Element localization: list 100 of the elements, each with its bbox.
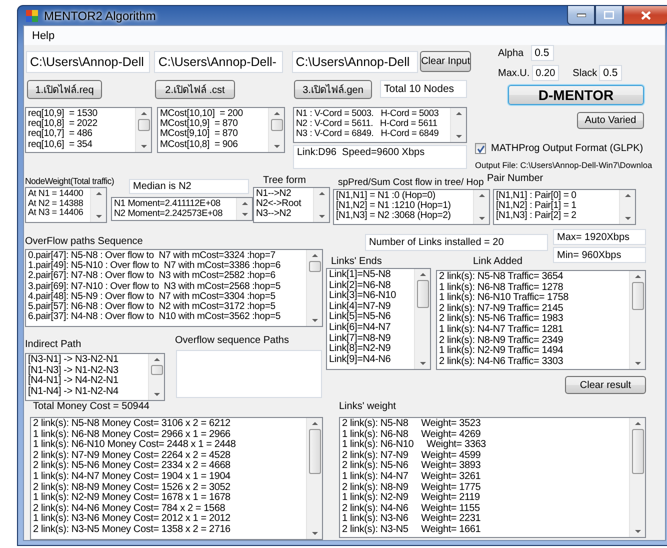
list-item[interactable]: 1 link(s): N2-N9 Money Cost= 1678 x 1 = 1678: [33, 493, 304, 504]
median-field[interactable]: Median is N2: [129, 179, 249, 194]
list-item[interactable]: 1 link(s): N4-N7 Traffic= 1281: [439, 324, 627, 336]
minimize-button[interactable]: [567, 6, 595, 25]
list-item[interactable]: Link[1]=N5-N8: [329, 270, 412, 281]
list-item[interactable]: req[10,7] = 486: [28, 129, 133, 140]
list-item[interactable]: [N1,N3] : Pair[2] = 2: [496, 211, 617, 222]
max-speed-field[interactable]: Max= 1920Xbps: [553, 229, 646, 245]
list-item[interactable]: 1 link(s): N2-N9 Traffic= 1494: [439, 346, 627, 357]
clear-input-button[interactable]: Clear Input: [420, 51, 471, 72]
list-item[interactable]: [N1,N3] = N2 :3068 (Hop=2): [336, 211, 471, 222]
list-item[interactable]: 2 link(s): N5-N8 Weight= 3523: [342, 419, 627, 430]
list-item[interactable]: req[10,8] = 2022: [28, 119, 133, 130]
list-item[interactable]: 2 link(s): N7-N9 Traffic= 2145: [439, 304, 627, 314]
list-item[interactable]: 1 link(s): N4-N7 Weight= 3261: [342, 472, 627, 483]
list-item[interactable]: 2 link(s): N4-N6 Traffic= 3303: [439, 356, 627, 368]
list-item[interactable]: 2 link(s): N5-N6 Money Cost= 2334 x 2 = 4668: [33, 461, 304, 472]
list-item[interactable]: 1 link(s): N2-N9 Weight= 2119: [342, 493, 627, 504]
list-item[interactable]: 2 link(s): N5-N6 Traffic= 1983: [439, 314, 627, 325]
list-item[interactable]: 2 link(s): N8-N9 Money Cost= 1526 x 2 = 3052: [33, 482, 304, 494]
run-button[interactable]: D-MENTOR: [508, 85, 644, 105]
list-item[interactable]: req[10,9] = 1530: [28, 109, 133, 120]
shortest-path-list[interactable]: [N1,N1] = N1 :0 (Hop=0) [N1,N2] = N1 :1210 (Hop=1) [N1,N3] = N2 :3068 (Hop=2): [333, 189, 490, 225]
list-item[interactable]: 0.pair[47]: N5-N8 : Over flow to N7 with mCost=3324 :hop=7: [28, 251, 304, 262]
min-speed-field[interactable]: Min= 960Xbps: [553, 247, 646, 263]
maximize-button[interactable]: [595, 6, 623, 25]
indirect-path-list[interactable]: [N3-N1] -> N3-N2-N1 [N1-N3] -> N1-N2-N3 [N4-N1] -> N4-N2-N1 [N1-N4] -> N1-N2-N4: [25, 353, 165, 401]
scrollbar[interactable]: [90, 188, 106, 222]
scrollbar[interactable]: [268, 108, 284, 152]
scrollbar[interactable]: [306, 250, 322, 326]
link-added-list[interactable]: [436, 270, 646, 370]
list-item[interactable]: 2 link(s): N4-N6 Weight= 1155: [342, 504, 627, 514]
list-item[interactable]: Link[7]=N8-N9: [329, 334, 412, 344]
list-item[interactable]: 2 link(s): N3-N5 Money Cost= 1358 x 2 = 2716: [33, 524, 304, 536]
list-item[interactable]: req[10,6] = 354: [28, 140, 133, 150]
scrollbar[interactable]: [148, 354, 164, 400]
request-list[interactable]: req[10,9] = 1530 req[10,8] = 2022 req[10,7] = 486 req[10,6] = 354: [25, 107, 152, 153]
param-field[interactable]: 0.20: [532, 65, 559, 81]
scrollbar[interactable]: [629, 418, 645, 537]
list-item[interactable]: N2 Moment=2.242573E+08: [114, 208, 234, 219]
list-item[interactable]: 2 link(s): N8-N9 Weight= 1775: [342, 482, 627, 494]
list-item[interactable]: Link[4]=N7-N9: [329, 302, 412, 312]
list-item[interactable]: 2 link(s): N5-N8 Money Cost= 3106 x 2 = 6212: [33, 419, 304, 430]
clear-result-button[interactable]: Clear result: [565, 376, 646, 394]
list-item[interactable]: 1 link(s): N4-N7 Money Cost= 1904 x 1 = 1904: [33, 472, 304, 483]
list-item[interactable]: N1-->N2: [256, 189, 311, 200]
list-item[interactable]: 1 link(s): N6-N10 Traffic= 1758: [439, 293, 627, 304]
list-item[interactable]: 6.pair[37]: N4-N8 : Over flow to N10 with mCost=3562 :hop=5: [28, 312, 304, 322]
list-item[interactable]: Link[2]=N6-N8: [329, 280, 412, 292]
scrollbar[interactable]: [619, 190, 635, 224]
list-item[interactable]: 2 link(s): N7-N9 Weight= 4599: [342, 450, 627, 462]
scrollbar[interactable]: [236, 198, 252, 220]
scrollbar[interactable]: [629, 271, 645, 369]
total-nodes-field[interactable]: Total 10 Nodes: [380, 80, 467, 98]
auto-varied-button[interactable]: Auto Varied: [577, 112, 644, 129]
list-item[interactable]: MCost[10,10] = 200: [160, 109, 266, 120]
money-cost-list[interactable]: [30, 417, 323, 540]
open-file-button[interactable]: 1.เปิดไฟล์.req: [27, 80, 102, 99]
moment-list[interactable]: N1 Moment=2.411112E+08 N2 Moment=2.242573E+08: [111, 197, 253, 221]
list-item[interactable]: Link[5]=N5-N6: [329, 312, 412, 323]
list-item[interactable]: MCost[10,8] = 906: [160, 140, 266, 150]
link-info-field[interactable]: Link:D96 Speed=9600 Xbps: [293, 145, 467, 169]
param-field[interactable]: 0.5: [599, 65, 622, 81]
list-item[interactable]: [N1,N1] : Pair[0] = 0: [496, 191, 617, 202]
list-item[interactable]: MCost[10,9] = 870: [160, 119, 266, 130]
list-item[interactable]: 2 link(s): N5-N8 Traffic= 3654: [439, 272, 627, 283]
list-item[interactable]: 2 link(s): N8-N9 Traffic= 2349: [439, 336, 627, 346]
list-item[interactable]: N3-->N2: [256, 209, 311, 220]
list-item[interactable]: 3.pair[69]: N7-N10 : Over flow to N3 with mCost=2568 :hop=5: [28, 282, 304, 292]
list-item[interactable]: 1 link(s): N6-N8 Traffic= 1278: [439, 282, 627, 294]
list-item[interactable]: [N1,N2] = N1 :1210 (Hop=1): [336, 201, 471, 212]
list-item[interactable]: 1 link(s): N3-N6 Weight= 2231: [342, 514, 627, 525]
list-item[interactable]: 2 link(s): N5-N6 Weight= 3893: [342, 461, 627, 472]
list-item[interactable]: N2<->Root: [256, 199, 311, 210]
file-path-field[interactable]: C:\Users\Annop-Dell-: [154, 51, 283, 73]
list-item[interactable]: Link[6]=N4-N7: [329, 322, 412, 334]
scrollbar[interactable]: [450, 108, 466, 142]
open-file-button[interactable]: 3.เปิดไฟล์.gen: [294, 80, 372, 99]
list-item[interactable]: [N1-N3] -> N1-N2-N3: [28, 366, 146, 376]
node-weight-list[interactable]: At N1 = 14400 At N2 = 14388 At N3 = 14406: [25, 187, 107, 223]
file-path-field[interactable]: C:\Users\Annop-Dell: [292, 51, 418, 73]
links-ends-list[interactable]: Link[1]=N5-N8 Link[2]=N6-N8 Link[3]=N6-N10 Link[4]=N7-N9 Link[5]=N5-N6 Link[6]=N4-N7 Link[7]=N8-N9 Link[8]=N2-N9 Link[9]=N4-N6: [326, 268, 431, 370]
file-path-field[interactable]: C:\Users\Annop-Dell: [26, 51, 150, 73]
list-item[interactable]: [N1-N4] -> N1-N2-N4: [28, 386, 146, 398]
list-item[interactable]: 2 link(s): N4-N6 Money Cost= 784 x 2 = 1568: [33, 504, 304, 514]
pair-number-list[interactable]: [N1,N1] : Pair[0] = 0 [N1,N2] : Pair[1] = 1 [N1,N3] : Pair[2] = 2: [493, 189, 636, 225]
list-item[interactable]: 2 link(s): N7-N9 Money Cost= 2264 x 2 = 4528: [33, 450, 304, 462]
links-weight-list[interactable]: [339, 417, 646, 538]
list-item[interactable]: 1 link(s): N6-N10 Money Cost= 2448 x 1 = 2448: [33, 440, 304, 451]
list-item[interactable]: 4.pair[48]: N5-N9 : Over flow to N7 with mCost=3304 :hop=5: [28, 292, 304, 302]
list-item[interactable]: 1 link(s): N6-N10 Weight= 3363: [342, 440, 627, 451]
list-item[interactable]: 1 link(s): N6-N8 Money Cost= 2966 x 1 = 2966: [33, 430, 304, 440]
tree-form-list[interactable]: N1-->N2 N2<->Root N3-->N2: [253, 187, 330, 223]
scrollbar[interactable]: [313, 188, 329, 222]
close-button[interactable]: [623, 6, 667, 25]
menu-item[interactable]: Help: [26, 30, 61, 42]
list-item[interactable]: At N2 = 14388: [28, 198, 88, 208]
list-item[interactable]: MCost[9,10] = 870: [160, 129, 266, 140]
list-item[interactable]: Link[8]=N2-N9: [329, 344, 412, 355]
list-item[interactable]: Link[3]=N6-N10: [329, 291, 412, 302]
